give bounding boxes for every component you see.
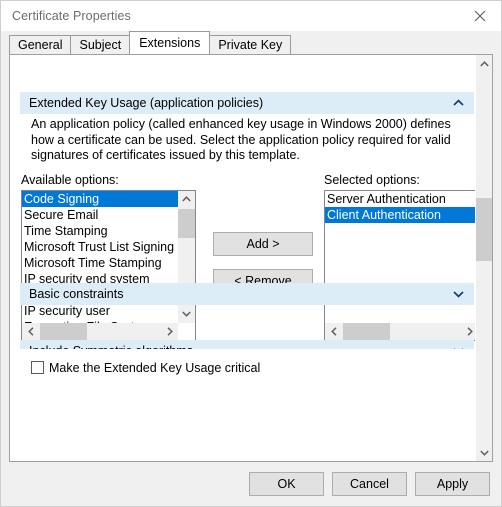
- scroll-right-icon[interactable]: [161, 323, 178, 340]
- ok-button[interactable]: OK: [249, 472, 324, 496]
- available-options-label: Available options:: [21, 172, 119, 187]
- close-icon: [474, 10, 486, 22]
- make-eku-critical-label: Make the Extended Key Usage critical: [49, 360, 261, 375]
- scroll-up-icon[interactable]: [476, 55, 492, 72]
- eku-description: An application policy (called enhanced k…: [31, 117, 451, 162]
- tab-extensions[interactable]: Extensions: [129, 31, 211, 54]
- panel-vertical-scrollbar[interactable]: [475, 55, 492, 461]
- apply-button[interactable]: Apply: [415, 472, 490, 496]
- chevron-up-icon: [453, 99, 464, 107]
- list-item[interactable]: Client Authentication: [325, 206, 475, 223]
- tab-general[interactable]: General: [9, 35, 72, 54]
- symmetric-section-header[interactable]: Include Symmetric algorithms: [20, 340, 474, 349]
- scroll-down-icon[interactable]: [178, 306, 195, 323]
- scroll-left-icon[interactable]: [22, 323, 39, 340]
- scroll-left-icon[interactable]: [325, 323, 342, 340]
- eku-section-header[interactable]: Extended Key Usage (application policies…: [20, 92, 474, 114]
- selected-options-label: Selected options:: [324, 172, 420, 187]
- available-options-scroll-thumb[interactable]: [178, 208, 195, 238]
- dialog-footer: OK Cancel Apply: [1, 462, 501, 506]
- available-options-hscroll-thumb[interactable]: [40, 322, 87, 340]
- selected-options-hscroll-thumb[interactable]: [343, 322, 390, 340]
- scroll-up-icon[interactable]: [178, 191, 195, 208]
- extensions-panel-content: Extended Key Usage (application policies…: [10, 55, 475, 461]
- available-options-listbox[interactable]: Code Signing Secure Email Time Stamping …: [21, 189, 196, 341]
- selected-options-listbox[interactable]: Server Authentication Client Authenticat…: [324, 189, 475, 341]
- tab-private-key[interactable]: Private Key: [209, 35, 292, 54]
- cancel-button[interactable]: Cancel: [332, 472, 407, 496]
- make-eku-critical-checkbox-row[interactable]: Make the Extended Key Usage critical: [31, 361, 260, 375]
- chevron-down-icon: [453, 347, 464, 349]
- eku-section-title: Extended Key Usage (application policies…: [29, 96, 264, 110]
- certificate-properties-dialog: Certificate Properties General Subject E…: [0, 0, 502, 507]
- list-item[interactable]: Code Signing: [22, 190, 178, 207]
- scroll-down-icon[interactable]: [476, 444, 492, 461]
- section-include-symmetric-algorithms: Include Symmetric algorithms: [20, 340, 474, 349]
- list-item[interactable]: Microsoft Trust List Signing: [22, 239, 178, 255]
- list-item[interactable]: Server Authentication: [325, 191, 475, 207]
- tab-strip: General Subject Extensions Private Key: [1, 31, 501, 54]
- extensions-panel: Extended Key Usage (application policies…: [9, 54, 493, 462]
- available-options-horizontal-scrollbar[interactable]: [22, 322, 178, 340]
- listbox-corner: [178, 322, 195, 340]
- add-button[interactable]: Add >: [213, 231, 313, 256]
- scroll-right-icon[interactable]: [461, 323, 475, 340]
- make-eku-critical-checkbox[interactable]: [31, 361, 44, 374]
- window-title: Certificate Properties: [12, 9, 131, 23]
- selected-options-items: Server Authentication Client Authenticat…: [325, 191, 475, 223]
- available-options-items: Code Signing Secure Email Time Stamping …: [22, 190, 178, 340]
- title-bar: Certificate Properties: [1, 1, 501, 31]
- symmetric-section-title: Include Symmetric algorithms: [29, 344, 453, 349]
- panel-scroll-thumb[interactable]: [476, 198, 492, 261]
- list-item[interactable]: Microsoft Time Stamping: [22, 255, 178, 271]
- list-item[interactable]: Time Stamping: [22, 223, 178, 239]
- selected-options-horizontal-scrollbar[interactable]: [325, 322, 475, 340]
- basic-constraints-title: Basic constraints: [29, 287, 124, 301]
- close-button[interactable]: [459, 1, 501, 31]
- tab-subject[interactable]: Subject: [70, 35, 131, 54]
- section-basic-constraints: Basic constraints: [20, 283, 474, 305]
- list-item[interactable]: Secure Email: [22, 207, 178, 223]
- chevron-down-icon: [453, 290, 464, 298]
- basic-constraints-header[interactable]: Basic constraints: [20, 283, 474, 305]
